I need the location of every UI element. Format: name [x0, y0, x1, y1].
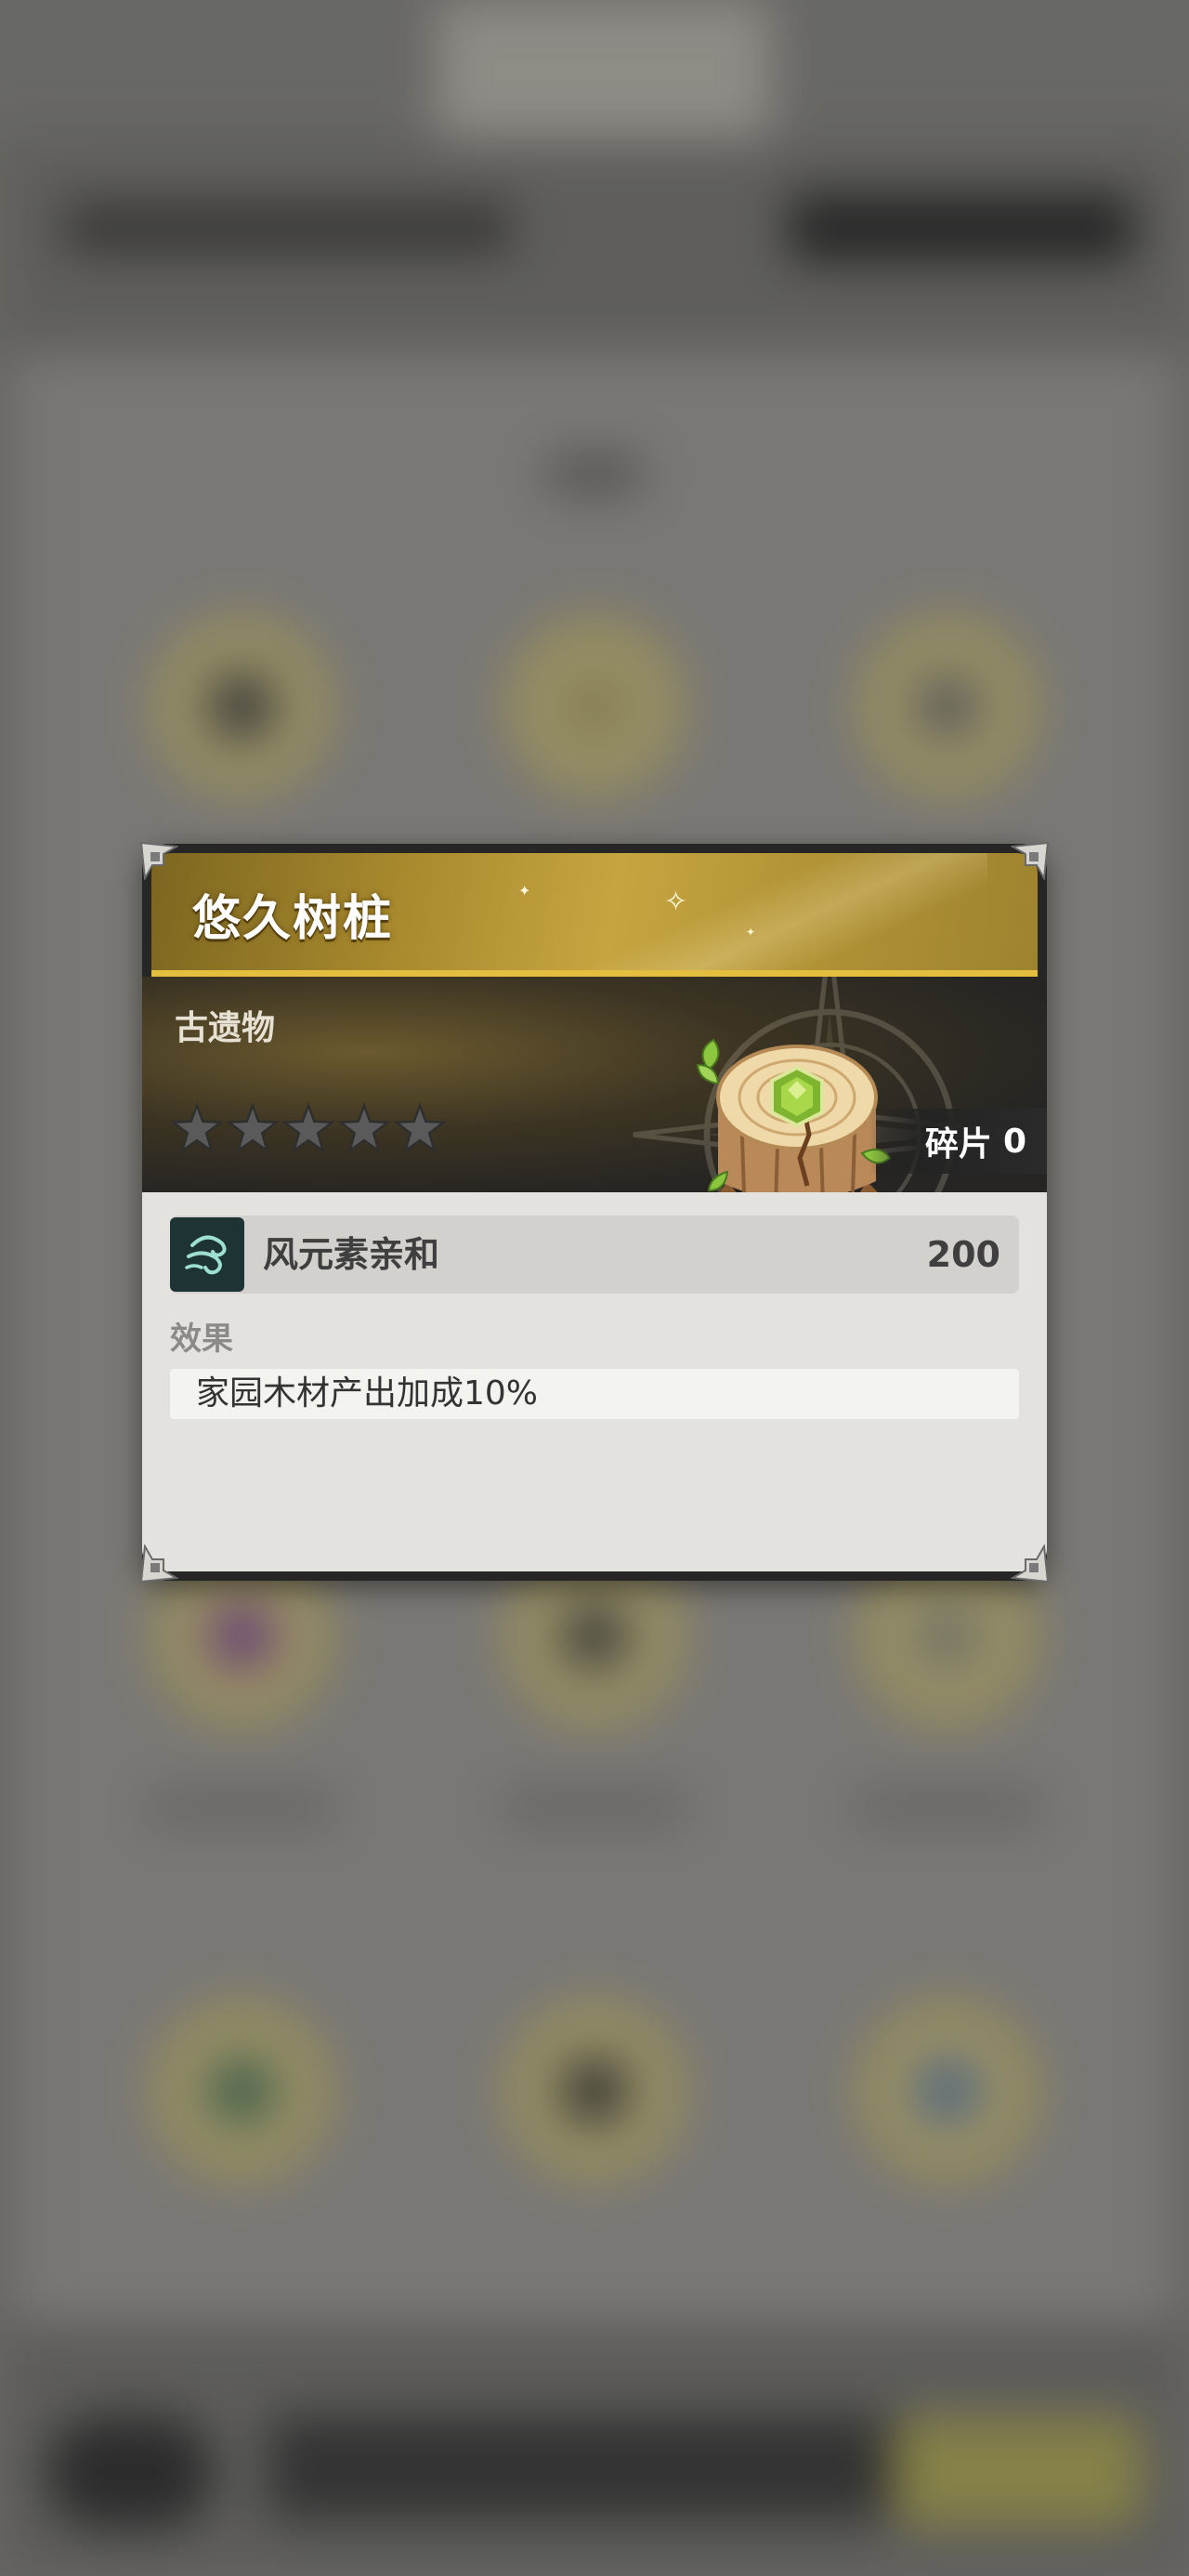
fragment-count-badge: 碎片 0 — [869, 1109, 1047, 1174]
fragment-label: 碎片 — [924, 1125, 992, 1163]
corner-ornament-icon — [139, 841, 178, 880]
star-empty-icon — [281, 1102, 335, 1153]
effect-description-box: 家园木材产出加成10% — [170, 1369, 1019, 1419]
item-details-panel: 风元素亲和 200 效果 家园木材产出加成10% — [142, 1192, 1047, 1571]
sparkle-icon: ✦ — [746, 926, 756, 939]
attribute-value: 200 — [926, 1234, 1000, 1275]
sparkle-icon: ✦ — [518, 882, 531, 900]
item-detail-card: ✦ ✧ ✦ 悠久树桩 古遗物 碎片 0 风元素亲和 200 效果 家园木材产出加… — [142, 844, 1047, 1581]
attribute-name: 风元素亲和 — [263, 1234, 440, 1275]
item-showcase: 古遗物 碎片 0 — [142, 977, 1047, 1192]
star-rating — [170, 1102, 447, 1156]
card-header: ✦ ✧ ✦ 悠久树桩 — [151, 853, 1038, 977]
corner-ornament-icon — [1011, 1544, 1050, 1584]
effect-text: 家园木材产出加成10% — [196, 1374, 539, 1413]
sparkle-icon: ✧ — [664, 886, 688, 918]
item-category: 古遗物 — [175, 1009, 276, 1047]
star-empty-icon — [393, 1102, 447, 1153]
star-empty-icon — [170, 1102, 224, 1153]
star-empty-icon — [337, 1102, 391, 1153]
corner-ornament-icon — [1011, 841, 1050, 880]
corner-ornament-icon — [139, 1544, 178, 1584]
effect-label: 效果 — [170, 1321, 233, 1358]
wind-element-icon — [170, 1217, 244, 1292]
star-empty-icon — [226, 1102, 280, 1153]
attribute-row: 风元素亲和 200 — [170, 1216, 1019, 1294]
item-title: 悠久树桩 — [192, 891, 394, 947]
fragment-count: 0 — [1002, 1122, 1026, 1161]
